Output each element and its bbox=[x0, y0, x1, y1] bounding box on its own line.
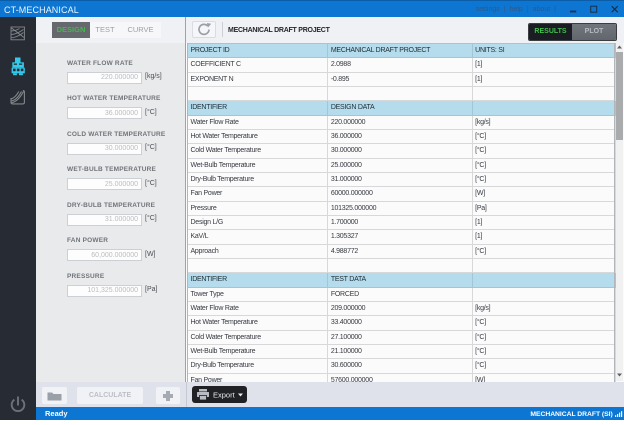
svg-text:Export: Export bbox=[213, 391, 236, 400]
